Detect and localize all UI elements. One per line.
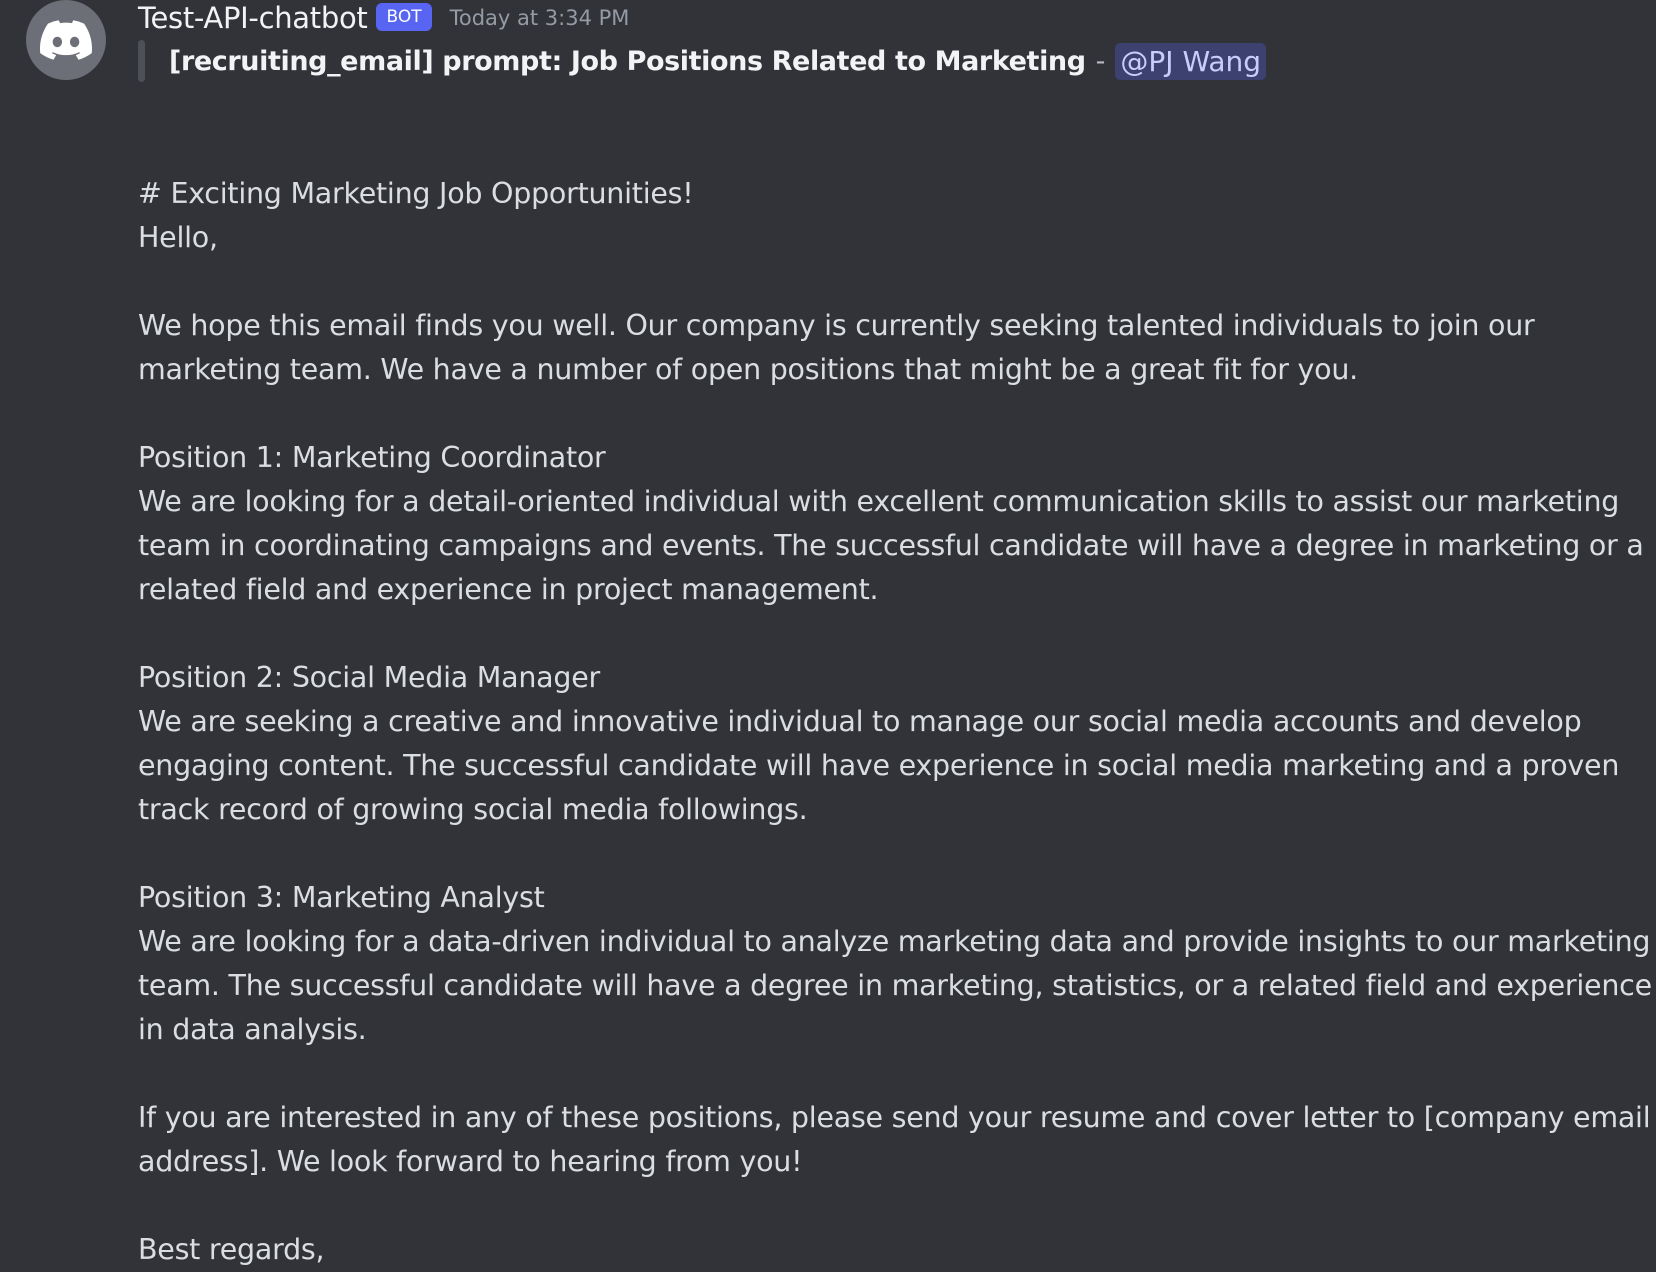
message-line: address]. We look forward to hearing fro… bbox=[138, 1145, 803, 1178]
message-line: track record of growing social media fol… bbox=[138, 793, 808, 826]
bot-badge: BOT bbox=[376, 3, 432, 31]
message-line: We are looking for a data-driven individ… bbox=[138, 925, 1651, 958]
bot-avatar[interactable] bbox=[26, 0, 106, 80]
message-line: Position 1: Marketing Coordinator bbox=[138, 441, 606, 474]
quote-bar bbox=[138, 40, 145, 82]
reply-quote: [recruiting_email] prompt: Job Positions… bbox=[138, 40, 1267, 82]
message-line: team in coordinating campaigns and event… bbox=[138, 529, 1644, 562]
user-mention[interactable]: @PJ Wang bbox=[1115, 42, 1267, 80]
discord-logo-icon bbox=[40, 20, 92, 60]
message-line: Hello, bbox=[138, 221, 218, 254]
message-line: If you are interested in any of these po… bbox=[138, 1101, 1651, 1134]
message-line: in data analysis. bbox=[138, 1013, 367, 1046]
timestamp[interactable]: Today at 3:34 PM bbox=[450, 6, 630, 30]
message-content: # Exciting Marketing Job Opportunities! H… bbox=[138, 172, 1652, 1272]
message-line: We are looking for a detail-oriented ind… bbox=[138, 485, 1620, 518]
message-line: We are seeking a creative and innovative… bbox=[138, 705, 1582, 738]
message-line: marketing team. We have a number of open… bbox=[138, 353, 1358, 386]
message-line: team. The successful candidate will have… bbox=[138, 969, 1652, 1002]
message-line: Best regards, bbox=[138, 1233, 325, 1266]
message-line: engaging content. The successful candida… bbox=[138, 749, 1620, 782]
chat-message: Test-API-chatbot BOT Today at 3:34 PM [r… bbox=[0, 0, 1656, 1266]
message-line: # Exciting Marketing Job Opportunities! bbox=[138, 177, 694, 210]
reply-separator: - bbox=[1095, 45, 1106, 77]
message-line: Position 3: Marketing Analyst bbox=[138, 881, 545, 914]
username[interactable]: Test-API-chatbot bbox=[138, 1, 368, 35]
message-line: Position 2: Social Media Manager bbox=[138, 661, 600, 694]
message-line: We hope this email finds you well. Our c… bbox=[138, 309, 1535, 342]
message-line: related field and experience in project … bbox=[138, 573, 879, 606]
reply-title: [recruiting_email] prompt: Job Positions… bbox=[169, 45, 1086, 77]
message-header: Test-API-chatbot BOT Today at 3:34 PM bbox=[138, 0, 629, 36]
